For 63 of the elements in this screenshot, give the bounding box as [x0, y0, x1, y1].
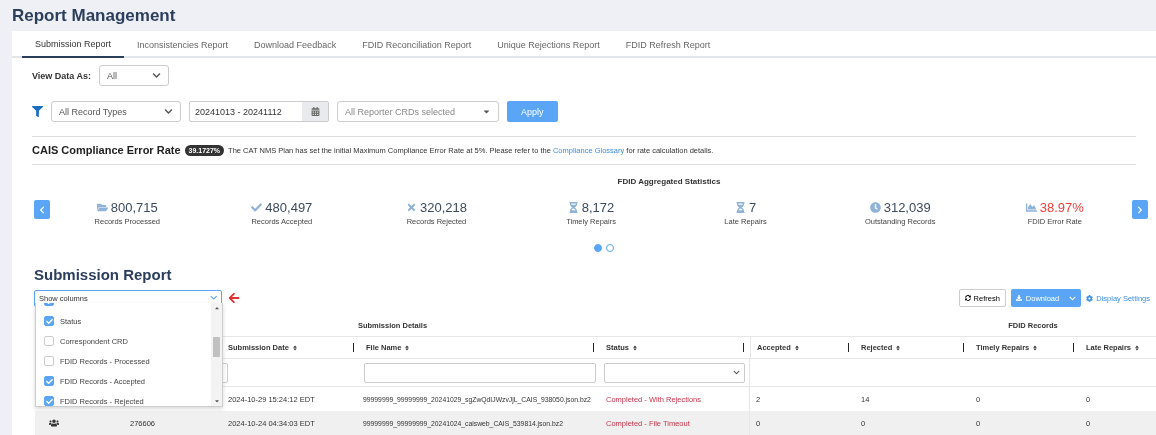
chevron-icon	[209, 294, 217, 302]
chevron-icon	[38, 205, 46, 214]
checkbox[interactable]	[44, 336, 54, 346]
scrollbar-thumb[interactable]	[213, 337, 220, 357]
reporter-crd-select[interactable]: All Reporter CRDs selected	[337, 101, 499, 122]
caret-icon	[482, 107, 491, 116]
sort-icon[interactable]	[404, 344, 411, 351]
checkbox[interactable]	[44, 316, 54, 326]
checkbox[interactable]	[44, 376, 54, 386]
record-type-select[interactable]: All Record Types	[51, 101, 181, 122]
tab[interactable]: Submission Report	[22, 31, 125, 58]
filter-icon[interactable]	[32, 106, 43, 117]
refresh-icon	[964, 295, 971, 301]
settings-icon	[1086, 294, 1094, 302]
scrollbar[interactable]	[211, 303, 222, 406]
stat-value: 312,039	[883, 200, 931, 215]
view-data-select[interactable]: All	[99, 65, 170, 86]
download-icon	[1015, 295, 1022, 301]
scroll-up-icon[interactable]	[213, 305, 220, 311]
tab[interactable]: FDID Refresh Report	[612, 31, 724, 58]
next-button[interactable]	[1132, 200, 1149, 219]
tab[interactable]: Unique Rejections Report	[484, 31, 613, 58]
checkbox[interactable]	[44, 356, 54, 366]
sort-icon[interactable]	[793, 344, 800, 351]
stats-title: FDID Aggregated Statistics	[616, 177, 722, 186]
sort-icon[interactable]	[895, 344, 902, 351]
view-data-label: View Data As:	[32, 70, 92, 81]
carousel-dot[interactable]	[606, 244, 614, 252]
stat-value: 7	[749, 200, 757, 215]
tab[interactable]: FDID Reconciliation Report	[349, 31, 485, 58]
stat-value: 38.97%	[1039, 200, 1084, 215]
folder-icon	[96, 202, 108, 213]
carousel-dot[interactable]	[594, 244, 602, 252]
chevron-icon	[1069, 294, 1077, 302]
date-range-field[interactable]: 20241013 - 20241112	[189, 101, 329, 122]
check-icon	[251, 202, 263, 213]
stat-value: 320,218	[419, 200, 467, 215]
chevron-icon	[733, 369, 740, 376]
chart-icon	[1025, 202, 1037, 213]
sort-icon[interactable]	[291, 344, 298, 351]
arrow-icon	[228, 292, 240, 304]
scroll-down-icon[interactable]	[213, 398, 220, 404]
compliance-title: CAIS Compliance Error Rate	[32, 144, 181, 156]
page-title: Report Management	[12, 5, 176, 26]
filter-input[interactable]	[364, 362, 596, 383]
hourglass-icon	[567, 202, 579, 213]
chevron-icon	[1136, 205, 1145, 214]
report-title: Submission Report	[34, 266, 173, 283]
checkbox[interactable]	[44, 396, 54, 406]
chevron-icon	[152, 71, 162, 80]
clock-icon	[869, 202, 881, 213]
sort-icon[interactable]	[1134, 344, 1141, 351]
sort-icon[interactable]	[631, 344, 638, 351]
x-icon	[405, 202, 417, 213]
stat-value: 480,497	[265, 200, 313, 215]
sort-icon[interactable]	[1032, 344, 1039, 351]
calendar-icon[interactable]	[310, 107, 320, 116]
stat-value: 800,715	[110, 200, 158, 215]
tab[interactable]: Inconsistencies Report	[124, 31, 242, 58]
hourglass-icon	[735, 202, 746, 213]
tab[interactable]: Download Feedback	[241, 31, 350, 58]
stat-value: 8,172	[581, 200, 615, 215]
chevron-icon	[164, 107, 173, 116]
